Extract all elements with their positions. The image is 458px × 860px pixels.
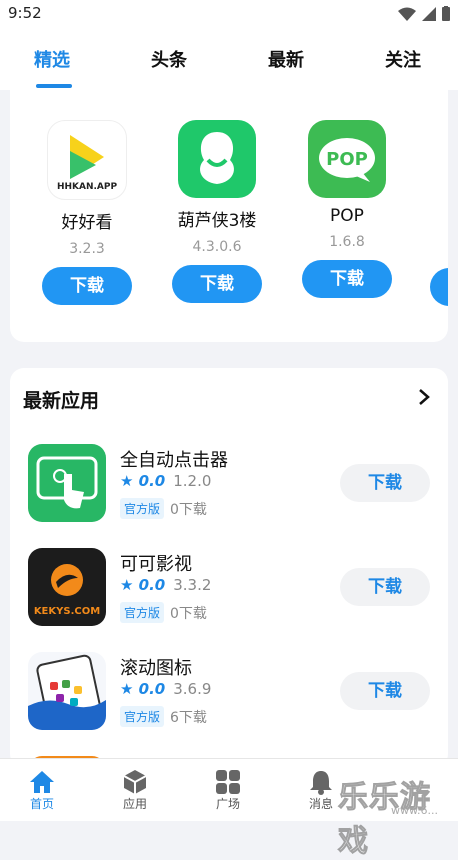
app-icon-pop: POP [308,120,386,198]
rating: ★ 0.0 [120,680,166,698]
app-tags: 官方版 0下载 [120,602,207,623]
rating: ★ 0.0 [120,576,166,594]
tab-headlines[interactable]: 头条 [151,46,187,72]
svg-text:KEKYS.COM: KEKYS.COM [34,606,100,617]
section-title: 最新应用 [23,390,100,412]
tab-newest[interactable]: 最新 [268,46,304,72]
nav-apps[interactable]: 应用 [105,769,165,812]
list-item[interactable]: 滚动图标 ★ 0.0 3.6.9 官方版 6下载 下载 [10,652,448,748]
app-icon-kekeys: KEKYS.COM [28,548,106,626]
featured-app-name: POP [330,206,364,226]
official-badge: 官方版 [120,706,165,727]
cube-icon [123,770,147,794]
download-button-partial[interactable] [430,268,448,306]
download-count: 0下载 [170,605,207,622]
svg-text:POP: POP [326,149,368,170]
tab-featured[interactable]: 精选 [34,46,70,72]
bell-icon [310,771,332,795]
download-count: 0下载 [170,501,207,518]
app-version: 3.3.2 [173,576,212,594]
app-name: 可可影视 [120,554,192,575]
app-tags: 官方版 6下载 [120,706,207,727]
battery-icon [442,6,450,21]
status-icons [398,6,450,21]
signal-icon [422,6,436,21]
home-icon [30,771,54,793]
featured-apps-card: HHKAN.APP 好好看 3.2.3 下载 葫芦侠3楼 4.3.0.6 下载 … [10,90,448,342]
app-meta: ★ 0.0 3.3.2 [120,576,211,594]
app-name: 滚动图标 [120,658,192,679]
featured-app-item[interactable]: HHKAN.APP 好好看 3.2.3 下载 [27,120,147,305]
list-item[interactable]: KEKYS.COM 可可影视 ★ 0.0 3.3.2 官方版 0下载 下载 [10,548,448,644]
featured-app-name: 好好看 [61,213,113,233]
chevron-right-icon[interactable] [418,388,430,406]
featured-app-item[interactable]: POP POP 1.6.8 下载 [287,120,407,298]
app-icon-scroll-icons [28,652,106,730]
download-button[interactable]: 下载 [172,265,262,303]
download-button[interactable]: 下载 [302,260,392,298]
tab-following[interactable]: 关注 [385,46,421,72]
download-button[interactable]: 下载 [340,568,430,606]
download-button[interactable]: 下载 [340,672,430,710]
app-version: 3.6.9 [173,680,212,698]
app-icon-huluxia [178,120,256,198]
download-count: 6下载 [170,709,207,726]
nav-home-label: 首页 [29,797,54,811]
svg-text:HHKAN.APP: HHKAN.APP [57,182,118,192]
nav-square-label: 广场 [215,797,240,811]
official-badge: 官方版 [120,602,165,623]
featured-app-name: 葫芦侠3楼 [177,211,257,231]
download-button[interactable]: 下载 [42,267,132,305]
app-icon-haohaokan: HHKAN.APP [47,120,127,200]
rating: ★ 0.0 [120,472,166,490]
featured-app-item[interactable]: 葫芦侠3楼 4.3.0.6 下载 [157,120,277,303]
wifi-icon [398,7,416,21]
latest-apps-card: 最新应用 全自动点击器 ★ 0.0 1.2.0 官方版 0下载 下载 KEKYS… [10,368,448,768]
app-tags: 官方版 0下载 [120,498,207,519]
featured-app-version: 3.2.3 [69,241,105,257]
app-icon-autoclicker [28,444,106,522]
status-bar: 9:52 [0,0,458,28]
nav-apps-label: 应用 [122,797,147,811]
watermark: 乐乐游戏 www.6... [338,770,458,860]
grid-icon [216,770,240,794]
active-tab-indicator [36,84,72,88]
top-tabs: 精选 头条 最新 关注 [0,28,458,90]
download-button[interactable]: 下载 [340,464,430,502]
featured-app-version: 4.3.0.6 [192,239,242,255]
list-item[interactable]: 全自动点击器 ★ 0.0 1.2.0 官方版 0下载 下载 [10,444,448,540]
status-time: 9:52 [8,4,42,22]
featured-app-version: 1.6.8 [329,234,365,250]
nav-home[interactable]: 首页 [12,769,72,812]
app-version: 1.2.0 [173,472,212,490]
nav-square[interactable]: 广场 [198,769,258,812]
watermark-url: www.6... [391,804,438,817]
official-badge: 官方版 [120,498,165,519]
app-name: 全自动点击器 [120,450,228,471]
app-meta: ★ 0.0 3.6.9 [120,680,211,698]
app-meta: ★ 0.0 1.2.0 [120,472,211,490]
